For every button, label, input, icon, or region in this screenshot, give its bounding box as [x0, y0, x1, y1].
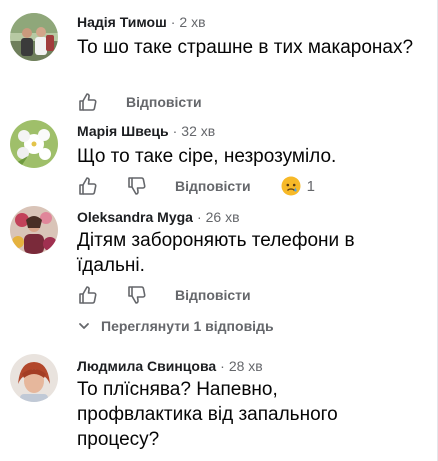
- like-icon[interactable]: [77, 91, 99, 113]
- author-name[interactable]: Надія Тимош: [77, 14, 167, 30]
- comment-time[interactable]: 2 хв: [179, 14, 205, 30]
- sad-face-icon[interactable]: [281, 176, 301, 196]
- avatar[interactable]: [10, 354, 58, 402]
- dislike-icon[interactable]: [126, 284, 148, 306]
- author-name[interactable]: Людмила Свинцова: [77, 358, 216, 374]
- avatar[interactable]: [10, 120, 58, 168]
- view-replies-label: Переглянути 1 відповідь: [101, 318, 274, 334]
- dislike-icon[interactable]: [126, 175, 148, 197]
- separator-dot: ·: [172, 123, 178, 139]
- comment-text: То шо таке страшне в тих макаронах?: [77, 37, 414, 58]
- author-name[interactable]: Oleksandra Myga: [77, 209, 193, 225]
- reply-button[interactable]: Відповісти: [126, 94, 202, 110]
- comment-time[interactable]: 26 хв: [206, 209, 240, 225]
- comment-header: Марія Швець · 32 хв: [77, 122, 215, 140]
- comment-actions: Відповісти: [77, 283, 251, 307]
- comment-actions: Відповісти: [77, 90, 202, 114]
- comments-feed: Надія Тимош · 2 хв То шо таке страшне в ти…: [0, 0, 438, 461]
- comment-header: Надія Тимош · 2 хв: [77, 13, 206, 31]
- like-icon[interactable]: [77, 175, 99, 197]
- comment-header: Oleksandra Myga · 26 хв: [77, 208, 240, 226]
- separator-dot: ·: [220, 358, 225, 374]
- view-replies-button[interactable]: Переглянути 1 відповідь: [77, 318, 274, 334]
- reaction-count[interactable]: 1: [307, 178, 315, 195]
- comment-header: Людмила Свинцова · 28 хв: [77, 357, 263, 375]
- comment-actions: Відповісти 1: [77, 174, 315, 198]
- comment-text: То плïснява? Напевно, профвлактика від з…: [77, 379, 338, 450]
- reply-button[interactable]: Відповісти: [175, 287, 251, 303]
- author-name[interactable]: Марія Швець: [77, 123, 169, 139]
- like-icon[interactable]: [77, 284, 99, 306]
- comment-time[interactable]: 28 хв: [229, 358, 263, 374]
- comment-text: Дітям забороняють телефони в їдальні.: [77, 230, 355, 276]
- separator-dot: ·: [196, 209, 202, 225]
- avatar[interactable]: [10, 206, 58, 254]
- reply-button[interactable]: Відповісти: [175, 178, 251, 194]
- comment-text: Що то таке сіре, незрозуміло.: [77, 146, 337, 167]
- comment-time[interactable]: 32 хв: [181, 123, 215, 139]
- avatar[interactable]: [10, 13, 58, 61]
- chevron-down-icon: [77, 319, 91, 333]
- separator-dot: ·: [170, 14, 176, 30]
